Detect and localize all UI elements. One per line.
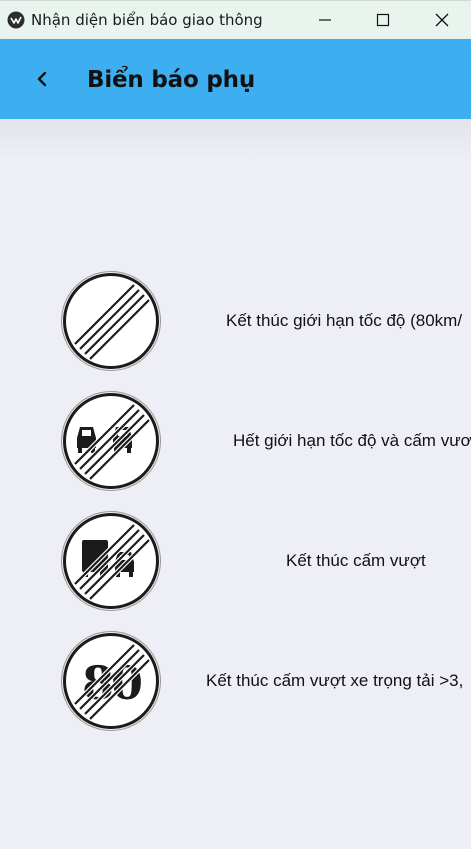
list-item[interactable]: 80 Kết thúc cấm vượt xe trọng tải >3, (0, 620, 471, 731)
window-title: Nhận diện biển báo giao thông (31, 11, 263, 29)
close-button[interactable] (413, 1, 471, 40)
sign-label: Kết thúc cấm vượt (286, 551, 426, 570)
minimize-button[interactable] (296, 1, 354, 40)
app-logo-icon (7, 11, 25, 29)
chevron-left-icon (37, 71, 47, 87)
sign-label: Kết thúc giới hạn tốc độ (80km/ (226, 311, 463, 330)
list-item[interactable]: Hết giới hạn tốc độ và cấm vươ (0, 380, 471, 491)
close-icon (435, 13, 449, 27)
app-bar: Biển báo phụ (0, 39, 471, 119)
sign-label: Kết thúc cấm vượt xe trọng tải >3, (206, 671, 464, 690)
page-title: Biển báo phụ (87, 67, 255, 93)
end-no-overtaking-cars-sign-icon (61, 391, 161, 491)
minimize-icon (319, 19, 331, 21)
back-button[interactable] (28, 63, 56, 95)
sign-label: Hết giới hạn tốc độ và cấm vươ (233, 431, 471, 450)
list-item[interactable]: Kết thúc cấm vượt (0, 500, 471, 611)
maximize-icon (376, 13, 390, 27)
end-no-overtaking-truck-sign-icon (61, 511, 161, 611)
window-titlebar: Nhận diện biển báo giao thông (0, 0, 471, 39)
list-item[interactable]: Kết thúc giới hạn tốc độ (80km/ (0, 260, 471, 371)
end-speed-limit-sign-icon (61, 271, 161, 371)
appbar-shadow (0, 119, 471, 159)
maximize-button[interactable] (354, 1, 412, 40)
end-speed-80-sign-icon: 80 (61, 631, 161, 731)
